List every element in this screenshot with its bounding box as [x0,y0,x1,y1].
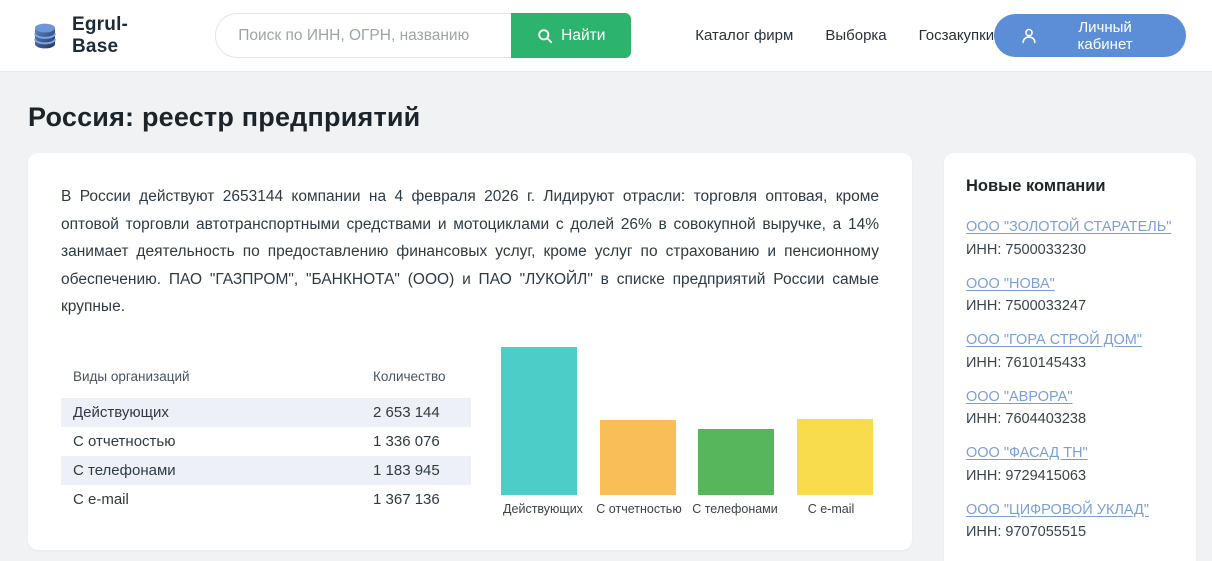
row-label: С отчетностью [73,432,176,450]
company-item: ООО "ФАСАД ТН" ИНН: 9729415063 [966,444,1174,484]
org-types-table: Виды организаций Количество Действующих 2… [61,363,471,514]
account-button-label: Личный кабинет [1077,18,1133,53]
nav-link-2[interactable]: Выборка [825,27,886,44]
table-header-count: Количество [373,368,446,384]
company-inn: ИНН: 7610145433 [966,354,1087,371]
main-nav: Каталог фирм Выборка Госзакупки [695,27,994,44]
company-inn: ИНН: 7500033230 [966,241,1087,258]
page-title: Россия: реестр предприятий [28,102,421,132]
row-label: C e-mail [73,490,129,508]
row-value: 2 653 144 [373,403,440,421]
search-button[interactable]: Найти [511,13,632,58]
bar-label: С телефонами [692,501,778,516]
brand-name: Egrul-Base [72,13,129,57]
chart-column [599,419,676,495]
row-value: 1 367 136 [373,490,440,508]
bar-3 [698,428,775,495]
row-label: С телефонами [73,461,176,479]
company-item: ООО "АВРОРА" ИНН: 7604403238 [966,388,1174,428]
company-inn: ИНН: 7500033247 [966,298,1087,315]
new-companies-card: Новые компании ООО "ЗОЛОТОЙ СТАРАТЕЛЬ" ИН… [944,153,1196,561]
search-button-label: Найти [561,26,606,44]
bar-1 [501,346,577,495]
chart-column [501,346,577,495]
brand-logo[interactable]: Egrul-Base [28,14,171,58]
bar-4 [796,418,873,495]
page-body: Россия: реестр предприятий В России дейс… [0,102,1212,561]
nav-link-3[interactable]: Госзакупки [919,27,994,44]
search-input[interactable] [215,13,512,58]
bar-2 [599,419,676,495]
bar-label: C e-mail [807,501,855,516]
intro-paragraph: В России действуют 2653144 компании на 4… [61,188,879,316]
table-header-row: Виды организаций Количество [61,363,471,398]
org-types-bar-chart: Действующих С отчетностью С телефонами C e-… [495,346,879,516]
company-item: ООО "ГОРА СТРОЙ ДОМ" ИНН: 7610145433 [966,331,1174,371]
table-row: C e-mail 1 367 136 [61,485,471,514]
company-inn: ИНН: 7604403238 [966,411,1087,428]
company-link[interactable]: ООО "ГОРА СТРОЙ ДОМ" [966,331,1142,351]
bar-label: С отчетностью [596,501,682,516]
chart-column [698,428,775,495]
company-inn: ИНН: 9729415063 [966,467,1087,484]
company-link[interactable]: ООО "ФАСАД ТН" [966,444,1088,464]
search-icon [537,28,553,44]
person-icon [1020,27,1038,45]
company-link[interactable]: ООО "ЗОЛОТОЙ СТАРАТЕЛЬ" [966,218,1171,238]
summary-card: В России действуют 2653144 компании на 4… [28,153,912,550]
company-link[interactable]: ООО "НОВА" [966,275,1055,295]
table-header-types: Виды организаций [73,368,190,384]
table-row: С отчетностью 1 336 076 [61,427,471,456]
company-link[interactable]: ООО "ЦИФРОВОЙ УКЛАД" [966,501,1149,521]
company-inn: ИНН: 9707055515 [966,524,1087,541]
chart-column [796,418,873,495]
table-row: Действующих 2 653 144 [61,397,471,427]
bar-label: Действующих [503,501,583,516]
company-link[interactable]: ООО "АВРОРА" [966,388,1073,408]
row-value: 1 336 076 [373,432,440,450]
search-form: Найти [215,13,632,58]
company-item: ООО "НОВА" ИНН: 7500033247 [966,275,1174,315]
sidebar-title: Новые компании [966,177,1106,195]
row-value: 1 183 945 [373,461,440,479]
row-label: Действующих [73,403,169,421]
nav-link-1[interactable]: Каталог фирм [695,27,793,44]
header: Egrul-Base Найти Каталог фирм Выборка Госз… [0,0,1212,72]
account-button[interactable]: Личный кабинет [994,14,1186,57]
table-row: С телефонами 1 183 945 [61,455,471,485]
company-item: ООО "ЗОЛОТОЙ СТАРАТЕЛЬ" ИНН: 7500033230 [966,218,1174,258]
database-logo-icon [28,19,62,53]
company-item: ООО "ЦИФРОВОЙ УКЛАД" ИНН: 9707055515 [966,501,1174,541]
